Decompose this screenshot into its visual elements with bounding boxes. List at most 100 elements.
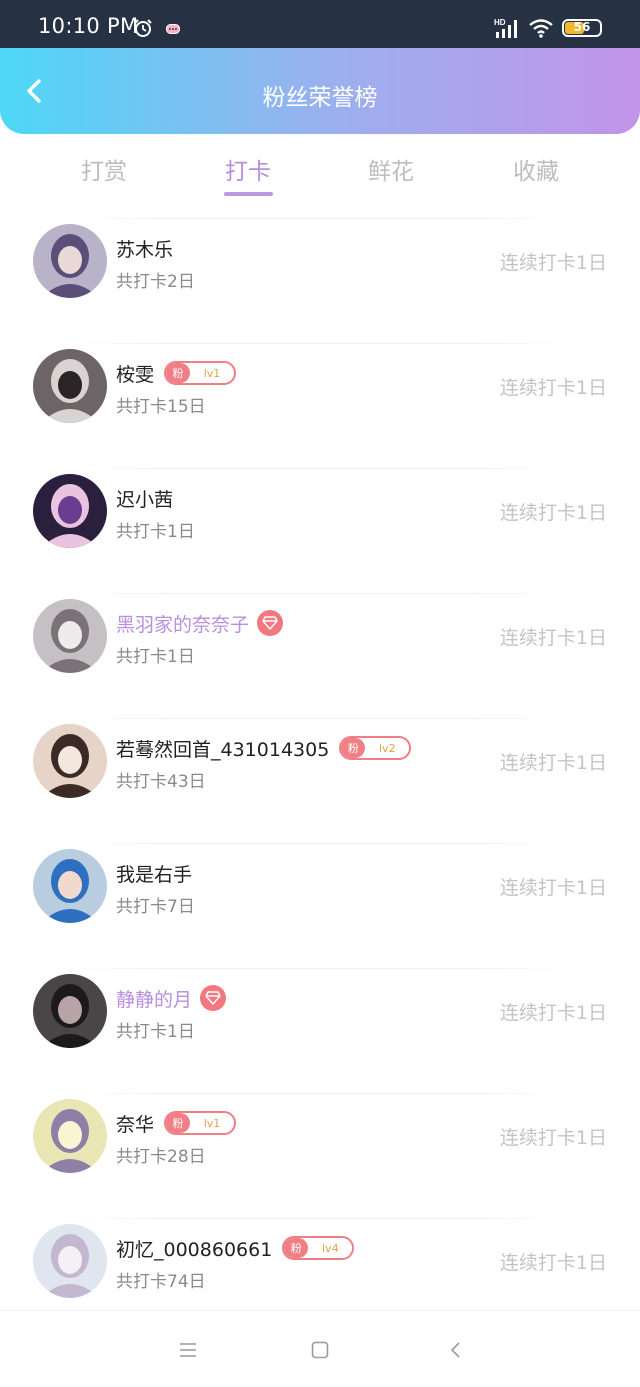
total-checkin-count: 共打卡28日	[116, 1147, 206, 1167]
fan-level-badge: 粉 lv1	[164, 1111, 237, 1135]
fan-row[interactable]: 我是右手共打卡7日 连续打卡1日	[0, 835, 640, 960]
fan-row[interactable]: 静静的月共打卡1日 连续打卡1日	[0, 960, 640, 1085]
fan-list: 苏木乐 共打卡2日 连续打卡1日 桉雯粉 lv1 共打卡15日 连续打卡1日 迟小茜 共打卡1日…	[0, 210, 640, 1335]
name-line: 我是右手	[116, 859, 192, 887]
name-line: 黑羽家的奈奈子	[116, 609, 284, 637]
row-divider	[78, 218, 562, 219]
wifi-icon	[529, 19, 553, 38]
user-name: 静静的月	[116, 988, 193, 1011]
name-line: 静静的月	[116, 984, 227, 1012]
fan-row[interactable]: 苏木乐共打卡2日 连续打卡1日	[0, 210, 640, 335]
alarm-icon	[134, 19, 152, 37]
fan-badge-level: lv2	[379, 741, 396, 755]
fan-level-badge: 粉 lv1	[164, 361, 237, 385]
user-name: 初忆_000860661	[116, 1238, 273, 1261]
total-checkin-count: 共打卡15日	[116, 397, 206, 417]
fan-level-badge: 粉 lv2	[339, 736, 412, 760]
status-bar: 10:10 PM HD 56	[0, 0, 640, 48]
user-name: 若蓦然回首_431014305	[116, 738, 330, 761]
fan-row[interactable]: 若蓦然回首_431014305 粉 lv2 共打卡43日 连续打卡1日	[0, 710, 640, 835]
row-divider	[78, 468, 562, 469]
row-divider	[78, 843, 562, 844]
avatar[interactable]	[33, 724, 107, 798]
user-name: 黑羽家的奈奈子	[116, 613, 250, 636]
avatar[interactable]	[33, 349, 107, 423]
name-line: 奈华粉 lv1	[116, 1109, 237, 1137]
row-divider	[78, 343, 562, 344]
fan-row[interactable]: 桉雯粉 lv1 共打卡15日 连续打卡1日	[0, 335, 640, 460]
diamond-badge-icon	[257, 610, 284, 636]
back-triangle-icon	[450, 1342, 460, 1358]
page-title: 粉丝荣誉榜	[262, 85, 378, 111]
system-nav-bar	[0, 1310, 640, 1387]
avatar[interactable]	[33, 849, 107, 923]
avatar[interactable]	[33, 1224, 107, 1298]
active-tab-indicator	[224, 192, 273, 196]
user-name: 迟小茜	[116, 488, 174, 511]
user-name: 桉雯	[116, 363, 155, 386]
fan-badge-level: lv1	[203, 1116, 221, 1130]
row-divider	[78, 1218, 562, 1219]
name-line: 迟小茜	[116, 484, 173, 512]
status-time: 10:10 PM	[38, 14, 139, 38]
hd-signal-icon: HD	[494, 18, 517, 38]
diamond-badge-icon	[200, 985, 227, 1011]
fan-level-badge: 粉 lv4	[282, 1236, 355, 1260]
total-checkin-count: 共打卡2日	[116, 272, 195, 292]
menu-icon	[180, 1343, 196, 1357]
user-name: 苏木乐	[116, 238, 174, 261]
fan-badge-level: lv1	[203, 366, 221, 380]
fan-badge-label: 粉	[166, 363, 191, 383]
checkin-streak: 连续打卡1日	[499, 877, 607, 899]
checkin-streak: 连续打卡1日	[499, 1127, 607, 1149]
name-line: 苏木乐	[116, 234, 173, 262]
home-square-icon	[311, 1341, 329, 1359]
header-bar: 粉丝荣誉榜	[0, 48, 640, 134]
checkin-streak: 连续打卡1日	[499, 1002, 607, 1024]
menu-button[interactable]	[173, 1335, 203, 1365]
avatar[interactable]	[33, 1099, 107, 1173]
tab-flowers[interactable]: 鲜花	[341, 152, 441, 186]
avatar[interactable]	[33, 224, 107, 298]
fan-row[interactable]: 黑羽家的奈奈子 共打卡1日 连续打卡1日	[0, 585, 640, 710]
checkin-streak: 连续打卡1日	[499, 502, 607, 524]
system-back-button[interactable]	[440, 1335, 470, 1365]
checkin-streak: 连续打卡1日	[499, 377, 607, 399]
fan-badge-level: lv4	[322, 1241, 339, 1255]
row-divider	[78, 593, 562, 594]
fan-badge-label: 粉	[341, 738, 366, 758]
message-icon	[166, 24, 180, 34]
total-checkin-count: 共打卡7日	[116, 897, 195, 917]
tab-favorites[interactable]: 收藏	[486, 152, 586, 186]
tab-bar: 打赏 打卡 鲜花 收藏	[0, 134, 640, 210]
svg-text:HD: HD	[494, 18, 506, 27]
fan-row[interactable]: 迟小茜共打卡1日 连续打卡1日	[0, 460, 640, 585]
row-divider	[78, 1093, 562, 1094]
avatar[interactable]	[33, 474, 107, 548]
user-name: 奈华	[116, 1113, 155, 1136]
name-line: 初忆_000860661 粉 lv4	[116, 1234, 355, 1262]
tab-checkin[interactable]: 打卡	[198, 152, 298, 186]
row-divider	[78, 968, 562, 969]
checkin-streak: 连续打卡1日	[499, 1252, 607, 1274]
battery-level: 56	[573, 20, 591, 34]
checkin-streak: 连续打卡1日	[499, 252, 607, 274]
user-name: 我是右手	[116, 863, 193, 886]
name-line: 桉雯粉 lv1	[116, 359, 237, 387]
home-button[interactable]	[305, 1335, 335, 1365]
battery-icon: 56	[562, 19, 602, 37]
tab-reward[interactable]: 打赏	[54, 152, 154, 186]
total-checkin-count: 共打卡1日	[116, 1022, 195, 1042]
row-divider	[78, 718, 562, 719]
total-checkin-count: 共打卡1日	[116, 522, 195, 542]
fan-badge-label: 粉	[166, 1113, 191, 1133]
checkin-streak: 连续打卡1日	[499, 627, 607, 649]
total-checkin-count: 共打卡43日	[116, 772, 206, 792]
fan-badge-label: 粉	[284, 1238, 309, 1258]
fan-row[interactable]: 奈华粉 lv1 共打卡28日 连续打卡1日	[0, 1085, 640, 1210]
checkin-streak: 连续打卡1日	[499, 752, 607, 774]
total-checkin-count: 共打卡1日	[116, 647, 195, 667]
avatar[interactable]	[33, 599, 107, 673]
avatar[interactable]	[33, 974, 107, 1048]
total-checkin-count: 共打卡74日	[116, 1272, 206, 1292]
